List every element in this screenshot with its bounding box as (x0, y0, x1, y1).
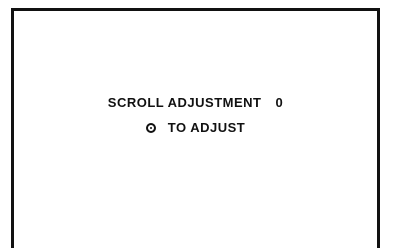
adjust-instruction-row: TO ADJUST (14, 120, 377, 135)
radio-button-icon (145, 123, 156, 133)
scroll-adjustment-value: 0 (275, 95, 284, 110)
adjustment-screen: SCROLL ADJUSTMENT 0 TO ADJUST (11, 8, 380, 248)
scroll-adjustment-row: SCROLL ADJUSTMENT 0 (14, 95, 377, 110)
adjust-instruction-label: TO ADJUST (167, 120, 246, 135)
scroll-adjustment-label: SCROLL ADJUSTMENT (107, 95, 262, 110)
